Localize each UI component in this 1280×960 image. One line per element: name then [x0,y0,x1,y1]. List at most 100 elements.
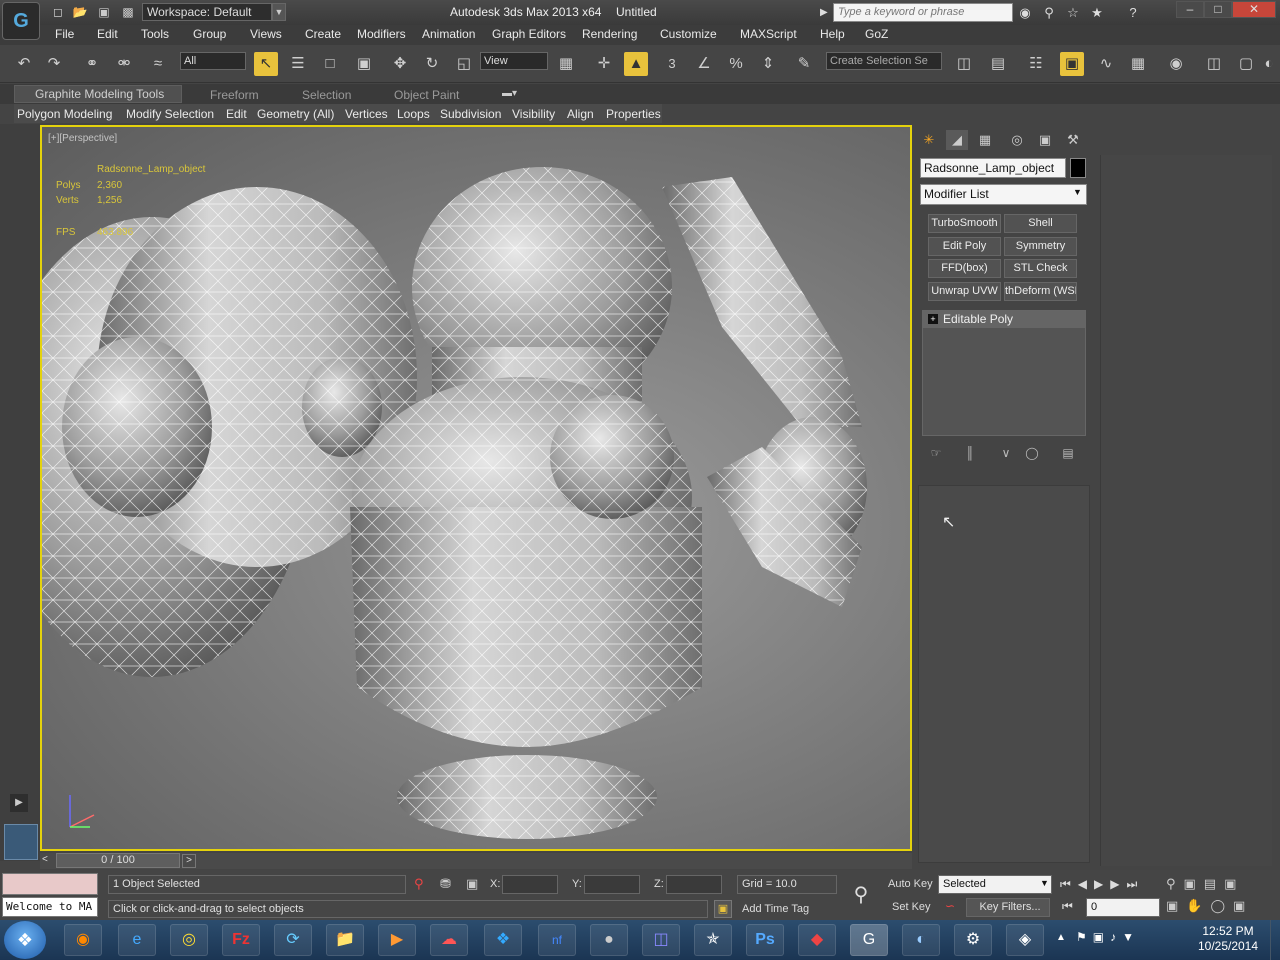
menu-modifiers[interactable]: Modifiers [357,27,406,41]
undo-icon[interactable]: ↶ [12,52,36,76]
panel-modify-selection[interactable]: Modify Selection [126,107,214,121]
schematic-view-icon[interactable]: ▦ [1126,52,1150,76]
angle-snap-icon[interactable]: ∠ [692,52,716,76]
scale-icon[interactable]: ◱ [452,52,476,76]
panel-visibility[interactable]: Visibility [512,107,555,121]
communication-center-icon[interactable]: ⚲ [1040,4,1058,22]
menu-animation[interactable]: Animation [422,27,475,41]
object-name-field[interactable]: Radsonne_Lamp_object [920,158,1066,178]
bind-space-warp-icon[interactable]: ≈ [146,52,170,76]
media-player-icon[interactable]: ▶ [378,924,416,956]
object-color-swatch[interactable] [1070,158,1086,178]
next-frame-icon[interactable]: > [182,854,196,868]
panel-loops[interactable]: Loops [397,107,430,121]
time-tag-icon[interactable]: ▣ [714,900,732,918]
favorites-star-icon[interactable]: ★ [1088,4,1106,22]
unwrap-uvw-button[interactable]: Unwrap UVW [928,282,1001,301]
subscription-icon[interactable]: ☆ [1064,4,1082,22]
graphite-toggle-icon[interactable]: ▣ [1060,52,1084,76]
absolute-mode-icon[interactable]: ▣ [466,876,478,892]
search-input[interactable]: Type a keyword or phrase [833,3,1013,22]
photoshop-icon[interactable]: Ps [746,924,784,956]
redo-icon[interactable]: ↷ [42,52,66,76]
expand-viewport-icon[interactable]: ▶ [10,794,28,812]
named-selection-dropdown[interactable]: Create Selection Se [826,52,942,70]
maxscript-listener-pink[interactable] [2,873,98,895]
display-tab-icon[interactable]: ▣ [1034,130,1056,150]
menu-create[interactable]: Create [305,27,341,41]
move-icon[interactable]: ✥ [388,52,412,76]
dropbox-icon[interactable]: ❖ [484,924,522,956]
hierarchy-tab-icon[interactable]: ▦ [974,130,996,150]
project-folder-icon[interactable]: ▩ [120,4,136,20]
pin-stack-icon[interactable]: ☞ [926,444,946,462]
add-time-tag[interactable]: Add Time Tag [742,903,809,915]
maxscript-mini-listener-icon[interactable] [4,824,38,860]
show-end-result-icon[interactable]: ║ [960,444,980,462]
panel-subdivision[interactable]: Subdivision [440,107,501,121]
chrome-icon[interactable]: ◎ [170,924,208,956]
internet-explorer-icon[interactable]: e [118,924,156,956]
chevron-down-icon[interactable]: ▼ [272,3,286,21]
3ds-max-taskbar-icon[interactable]: G [850,924,888,956]
make-unique-icon[interactable]: ∨ [996,444,1016,462]
default-in-out-tangents-icon[interactable]: ∽ [940,899,960,917]
tab-graphite-modeling-tools[interactable]: Graphite Modeling Tools [14,85,182,103]
key-filters-button[interactable]: Key Filters... [966,898,1050,917]
path-deform-button[interactable]: thDeform (WSM [1004,282,1077,301]
viewport-label[interactable]: [+][Perspective] [48,133,117,144]
y-coordinate-field[interactable] [584,875,640,894]
show-desktop-button[interactable] [1270,920,1280,960]
curve-editor-icon[interactable]: ∿ [1094,52,1118,76]
rotate-icon[interactable]: ↻ [420,52,444,76]
panel-edit[interactable]: Edit [226,107,247,121]
menu-goz[interactable]: GoZ [865,27,888,41]
render-icon[interactable]: ◐ [1262,52,1276,76]
menu-group[interactable]: Group [193,27,226,41]
substance-icon[interactable]: ◆ [798,924,836,956]
select-by-name-icon[interactable]: ☰ [286,52,310,76]
chevron-right-icon[interactable]: ▶ [820,4,832,21]
layer-manager-icon[interactable]: ☷ [1024,52,1048,76]
unlink-icon[interactable]: ⚮ [112,52,136,76]
chevron-down-icon[interactable]: ▼ [1073,187,1082,197]
panel-align[interactable]: Align [567,107,594,121]
shell-button[interactable]: Shell [1004,214,1077,233]
tab-selection[interactable]: Selection [302,88,351,102]
key-mode-dropdown[interactable]: Selected [938,875,1052,894]
file-explorer-icon[interactable]: 📁 [326,924,364,956]
create-tab-icon[interactable]: ✳ [918,130,940,150]
open-file-icon[interactable]: 📂 [72,4,88,20]
zbrush-icon[interactable]: ✯ [694,924,732,956]
slicer-app-icon[interactable]: ☁ [430,924,468,956]
rendered-frame-icon[interactable]: ▢ [1234,52,1258,76]
mirror-icon[interactable]: ◫ [952,52,976,76]
stack-item-editable-poly[interactable]: Editable Poly [923,311,1085,328]
menu-tools[interactable]: Tools [141,27,169,41]
panel-polygon-modeling[interactable]: Polygon Modeling [17,107,112,121]
menu-maxscript[interactable]: MAXScript [740,27,797,41]
reference-coordinate-dropdown[interactable]: View [480,52,548,70]
netfabb-icon[interactable]: nf [538,924,576,956]
set-key-button[interactable]: Set Key [892,901,931,913]
symmetry-button[interactable]: Symmetry [1004,237,1077,256]
edit-named-selection-icon[interactable]: ✎ [792,52,816,76]
percent-snap-icon[interactable]: % [724,52,748,76]
system-tray-icons[interactable]: ⚑▣♪▼ [1076,930,1186,944]
panel-vertices[interactable]: Vertices [345,107,388,121]
panel-geometry-all[interactable]: Geometry (All) [257,107,334,121]
maxscript-input[interactable]: Welcome to MA [2,897,98,917]
spinner-snap-icon[interactable]: ⇕ [756,52,780,76]
menu-help[interactable]: Help [820,27,845,41]
selection-lock-icon[interactable]: ⛃ [440,876,451,892]
minimize-button[interactable]: – [1176,1,1204,18]
key-mode-toggle-icon[interactable]: ⏮ [1062,899,1073,914]
selection-filter-dropdown[interactable]: All [180,52,246,70]
menu-views[interactable]: Views [250,27,282,41]
app-settings-icon[interactable]: ⚙ [954,924,992,956]
sync-app-icon[interactable]: ⟳ [274,924,312,956]
save-file-icon[interactable]: ▣ [96,4,112,20]
help-icon[interactable]: ? [1124,4,1142,22]
chevron-down-icon[interactable]: ▼ [1040,878,1049,888]
rectangular-selection-icon[interactable]: □ [318,52,342,76]
